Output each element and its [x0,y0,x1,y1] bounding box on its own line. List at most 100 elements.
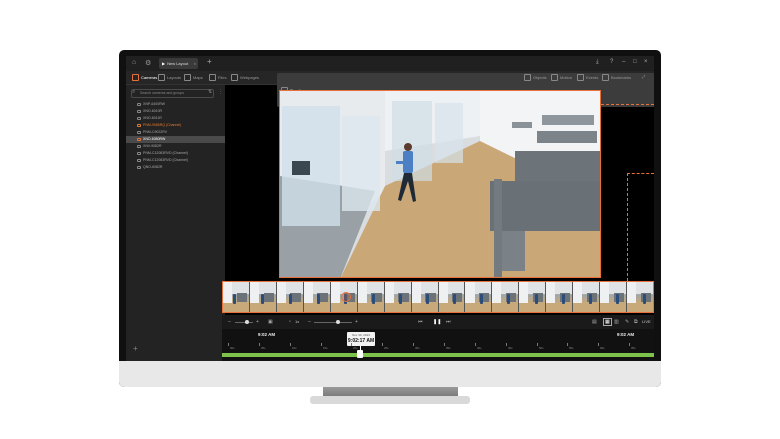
speed-up-button[interactable]: + [355,319,358,325]
pause-icon[interactable]: ❚❚ [433,319,441,325]
speed-slider[interactable] [314,322,352,323]
camera-item[interactable]: XNO-6011R [126,115,225,122]
thumbnail[interactable] [465,282,493,312]
timeline-scrubber[interactable] [357,350,363,358]
recording-bar[interactable] [222,353,654,357]
timeline-tick [444,343,445,346]
tab-new-layout[interactable]: ▶ New Layout × [159,58,198,69]
timeline-left-time: 9:02 AM [258,332,276,337]
highlight-marker [340,292,351,302]
thumbnail[interactable] [438,282,466,312]
thumbnail[interactable] [519,282,547,312]
timeline-tick-label: 00s [600,346,605,350]
nav-cameras[interactable]: Cameras [132,74,157,81]
camera-item[interactable]: XNV-9082R [126,143,225,150]
add-icon[interactable]: + [133,344,138,353]
help-icon[interactable]: ? [610,59,613,65]
camera-item[interactable]: PNM-C12083RVD (Channel) [126,157,225,164]
close-icon[interactable]: × [644,59,648,65]
layers-icon[interactable]: ⧉ [634,319,638,325]
thumbnail[interactable] [276,282,304,312]
sort-icon[interactable]: ⇅ [208,89,212,95]
thumbnail[interactable] [573,282,601,312]
timeline-tick [413,343,414,346]
timeline-tick [537,343,538,346]
thumbnail-connector-line-vertical [627,173,628,281]
more-icon[interactable]: ⋮ [218,89,223,95]
app-screen: ⌂ ⚙ ▶ New Layout × + ⤓ ? – □ × Cameras La… [126,56,654,361]
monitor-chin [119,361,661,387]
nav-bar: Cameras Layouts Maps Files Webpages Time… [126,71,654,107]
speed-value[interactable]: 1x [295,319,299,324]
previous-frame-icon[interactable]: ⏮ [418,319,423,325]
thumbnail[interactable] [411,282,439,312]
bookmark-icon [602,74,609,81]
nav-files[interactable]: Files [209,74,226,81]
nav-motion[interactable]: Motion [551,74,572,81]
layout-icon [158,74,165,81]
maximize-icon[interactable]: □ [633,59,637,65]
settings-icon[interactable]: ⚙ [145,59,151,67]
image-icon[interactable]: ▣ [268,319,273,325]
thumbnail[interactable] [627,282,653,312]
thumbnail[interactable] [249,282,277,312]
download-icon[interactable]: ⤓ [596,59,599,66]
camera-item[interactable]: XNO-6010R [126,108,225,115]
edit-icon[interactable]: ✎ [625,319,629,325]
camera-item[interactable]: PNM-C9022RV [126,129,225,136]
timeline-tick-label: 55s [569,346,574,350]
timeline-tick [321,343,322,346]
tab-close-icon[interactable]: × [194,58,196,69]
camera-item[interactable]: PNM-C12083RVD (Channel) [126,150,225,157]
thumbnail[interactable] [492,282,520,312]
new-tab-button[interactable]: + [207,57,212,66]
thumbnail[interactable] [546,282,574,312]
camera-item-selected[interactable]: XNO-6080RW [126,136,225,143]
nav-layouts[interactable]: Layouts [158,74,181,81]
zoom-slider-knob[interactable] [245,320,249,324]
thumbnail[interactable] [357,282,385,312]
thumbnail[interactable] [600,282,628,312]
nav-events[interactable]: Events [577,74,598,81]
chart-icon[interactable]: ▤ [592,319,597,325]
thumbnail[interactable] [330,282,358,312]
timeline-tick [228,343,229,346]
timeline-right-time: 9:02 AM [617,332,635,337]
timeline-tick [351,343,352,346]
nav-bookmarks[interactable]: Bookmarks [602,74,631,81]
calendar-icon[interactable]: ▥ [614,319,619,325]
camera-icon [137,138,141,141]
camera-icon [137,166,141,169]
live-button[interactable]: LIVE [642,319,651,324]
thumbnail[interactable] [223,282,250,312]
fullscreen-icon[interactable]: ⤢ [642,74,645,79]
thumbnail[interactable] [303,282,331,312]
timeline[interactable]: 9:02 AM 9:02 AM Nov 30, 2023 9:02:17 AM … [222,329,654,361]
speed-slider-knob[interactable] [336,320,340,324]
nav-objects[interactable]: Objects [524,74,547,81]
camera-item-warning[interactable]: PNM-9085RQ (Channel) [126,122,225,129]
home-icon[interactable]: ⌂ [132,59,136,66]
camera-item[interactable]: XNP-6400RW [126,101,225,108]
zoom-out-button[interactable]: – [228,319,231,325]
timeline-tick [598,343,599,346]
timeline-ticks: 00s 05s 10s 15s 20s 25s 30s 35s 40s 45s 50s 55s 00s 0… [222,343,654,350]
thumbnails-toggle-icon[interactable]: ▦ [603,318,612,326]
thumbnail[interactable] [384,282,412,312]
nav-webpages[interactable]: Webpages [231,74,259,81]
camera-item[interactable]: QNO-6082R [126,164,225,171]
zoom-in-button[interactable]: + [256,319,259,325]
thumbnail-strip[interactable] [222,281,654,313]
video-connector-line [601,104,654,105]
nav-maps[interactable]: Maps [184,74,203,81]
next-frame-icon[interactable]: ⏭ [446,319,451,325]
zoom-slider[interactable] [235,322,253,323]
speed-down-button[interactable]: – [308,319,311,325]
timeline-tick-label: 05s [261,346,266,350]
camera-video-feed[interactable] [279,90,601,278]
office-scene [280,91,600,277]
camera-icon [137,117,141,120]
playback-controls: – + ▣ ◔ 1x – + ⏮ ❚❚ ⏭ ▤ ▦ ▥ ✎ ⧉ LIVE [222,315,654,329]
minimize-icon[interactable]: – [622,59,625,65]
search-input[interactable]: Search cameras and groups [131,89,214,98]
